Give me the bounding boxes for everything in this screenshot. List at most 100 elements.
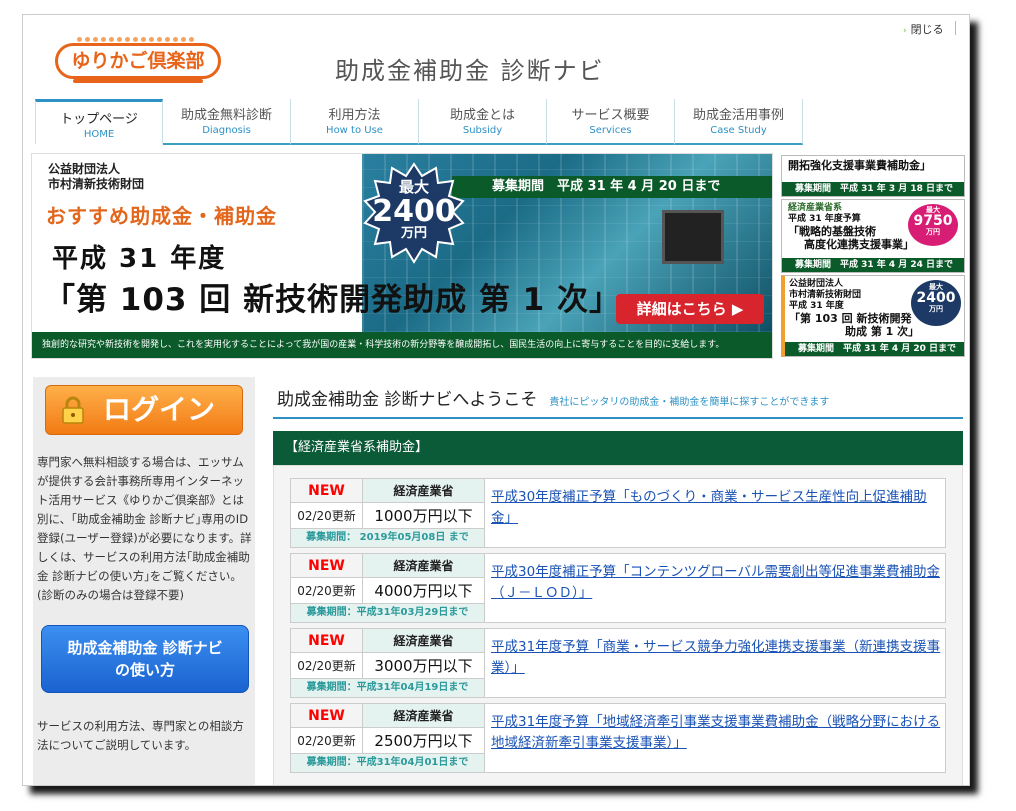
howto-button[interactable]: 助成金補助金 診断ナビ の使い方 (41, 625, 249, 693)
side-ad-period: 募集期間 平成 31 年 4 月 20 日まで (785, 342, 964, 356)
side-ad-badge-unit: 万円 (926, 228, 940, 237)
howto-description: サービスの利用方法、専門家との相談方法についてご説明しています。 (37, 719, 244, 752)
login-label: ログイン (102, 393, 215, 426)
side-ad-badge: 最大 2400 万円 (911, 280, 961, 326)
hero-recommend: おすすめ助成金・補助金 (46, 204, 277, 228)
side-ad-period: 募集期間 平成 31 年 3 月 18 日まで (782, 182, 964, 196)
grant-amount: 3000万円以下 (363, 653, 485, 679)
nav-sublabel: HOME (83, 129, 115, 140)
nav-services[interactable]: サービス概要 Services (547, 99, 675, 145)
logo-swoosh (73, 79, 203, 83)
updated-date: 02/20更新 (291, 503, 363, 529)
nav-label: 利用方法 (328, 108, 381, 123)
side-ad-year: 平成 31 年度予算 (788, 214, 861, 224)
nav-label: サービス概要 (571, 108, 650, 123)
chevron-right-icon: › (903, 26, 907, 36)
hero-description: 独創的な研究や新技術を開発し、これを実用化することによって我が国の産業・科学技術… (32, 332, 772, 358)
side-ad-year: 平成 31 年度 (789, 301, 844, 311)
ministry-label: 経済産業省 (363, 554, 485, 578)
hero-grant-name: 「第 103 回 新技術開発助成 第 1 次」 (44, 282, 622, 318)
side-ad-badge-amount: 2400 (916, 290, 956, 307)
hero-detail-button[interactable]: 詳細はこちら ▶ (616, 294, 764, 324)
hero-recruit-period: 募集期間 平成 31 年 4 月 20 日まで (452, 176, 772, 198)
recruit-period: 募集期間： 2019年05月08日 まで (291, 529, 485, 547)
sidebar: ログイン 専門家へ無料相談する場合は、エッサムが提供する会計事務所専用インターネ… (33, 377, 255, 785)
side-ad-badge: 最大 9750 万円 (908, 204, 958, 246)
hero-org-line1: 公益財団法人 (48, 162, 121, 176)
updated-date: 02/20更新 (291, 653, 363, 679)
new-badge: NEW (291, 479, 363, 503)
side-ad-2[interactable]: 経済産業省系 平成 31 年度予算 「戦略的基盤技術 高度化連携支援事業」 最大… (781, 199, 965, 273)
nav-label: トップページ (60, 112, 138, 127)
side-ad-title-line1: 「戦略的基盤技術 (788, 225, 876, 238)
welcome-title: 助成金補助金 診断ナビへようこそ (277, 390, 538, 410)
section-header: 【経済産業省系補助金】 (273, 431, 963, 465)
nav-case-study[interactable]: 助成金活用事例 Case Study (675, 99, 803, 145)
main-content: 助成金補助金 診断ナビへようこそ 貴社にピッタリの助成金・補助金を簡単に探すことが… (273, 381, 963, 785)
side-ad-badge-amount: 9750 (913, 213, 953, 230)
recruit-period: 募集期間：平成31年03月29日まで (291, 604, 485, 622)
nav-label: 助成金とは (449, 108, 515, 123)
side-ad-org-line2: 市村清新技術財団 (789, 290, 862, 300)
grant-list: NEW 経済産業省 02/20更新 1000万円以下 募集期間： 2019年05… (273, 465, 963, 785)
close-label: 閉じる (910, 23, 944, 36)
login-description: 専門家へ無料相談する場合は、エッサムが提供する会計事務所専用インターネット活用サ… (37, 455, 252, 602)
hero-banner[interactable]: 募集期間 平成 31 年 4 月 20 日まで 最大 2400 万円 公益財団法… (31, 153, 773, 359)
nav-home[interactable]: トップページ HOME (35, 99, 163, 145)
site-logo[interactable]: ゆりかご倶楽部 (55, 37, 223, 87)
ministry-label: 経済産業省 (363, 479, 485, 503)
grant-amount: 1000万円以下 (363, 503, 485, 529)
grant-title-link[interactable]: 平成31年度予算「商業・サービス競争力強化連携支援事業（新連携支援事業）」 (491, 637, 943, 679)
chip-image (662, 210, 724, 264)
side-ad-org-line1: 公益財団法人 (789, 279, 844, 289)
lock-icon (62, 396, 84, 424)
new-badge: NEW (291, 629, 363, 653)
hero-year: 平成 31 年度 (52, 244, 227, 274)
side-ad-title-line2: 助成 第 1 次」 (845, 325, 920, 338)
grant-row: NEW 経済産業省 02/20更新 4000万円以下 募集期間：平成31年03月… (290, 553, 946, 623)
grant-row: NEW 経済産業省 02/20更新 1000万円以下 募集期間： 2019年05… (290, 478, 946, 548)
badge-unit: 万円 (400, 226, 427, 242)
nav-label: 助成金活用事例 (692, 108, 784, 123)
hero-organization: 公益財団法人 市村清新技術財団 (48, 162, 144, 192)
site-title: 助成金補助金 診断ナビ (335, 57, 605, 85)
howto-label-line1: 助成金補助金 診断ナビ (67, 639, 223, 657)
side-ad-period: 募集期間 平成 31 年 4 月 24 日まで (782, 258, 964, 272)
login-button[interactable]: ログイン (45, 385, 243, 435)
nav-sublabel: Services (589, 125, 632, 136)
close-link[interactable]: › 閉じる (903, 21, 956, 37)
hero-org-line2: 市村清新技術財団 (48, 177, 145, 191)
grant-amount: 2500万円以下 (363, 728, 485, 754)
nav-diagnosis[interactable]: 助成金無料診断 Diagnosis (163, 99, 291, 145)
side-ad-1[interactable]: 開拓強化支援事業費補助金」 募集期間 平成 31 年 3 月 18 日まで (781, 155, 965, 197)
new-badge: NEW (291, 554, 363, 578)
welcome-subtitle: 貴社にピッタリの助成金・補助金を簡単に探すことができます (549, 397, 830, 408)
new-badge: NEW (291, 704, 363, 728)
updated-date: 02/20更新 (291, 578, 363, 604)
recruit-period: 募集期間：平成31年04月19日まで (291, 679, 485, 697)
nav-sublabel: How to Use (326, 125, 383, 136)
logo-text: ゆりかご倶楽部 (55, 43, 221, 79)
grant-title-link[interactable]: 平成31年度予算「地域経済牽引事業支援事業費補助金（戦略分野における地域経済新牽… (491, 712, 943, 754)
main-nav: トップページ HOME 助成金無料診断 Diagnosis 利用方法 How t… (35, 99, 803, 145)
nav-subsidy[interactable]: 助成金とは Subsidy (419, 99, 547, 145)
badge-amount: 2400 (372, 193, 456, 229)
side-ad-title: 開拓強化支援事業費補助金」 (788, 159, 931, 172)
hero-amount-badge: 最大 2400 万円 (362, 162, 466, 266)
side-ad-org: 経済産業省系 (788, 203, 843, 213)
howto-label-line2: の使い方 (114, 661, 175, 679)
grant-title-link[interactable]: 平成30年度補正予算「コンテンツグローバル需要創出等促進事業費補助金（Ｊ－ＬＯＤ… (491, 562, 943, 604)
nav-sublabel: Case Study (710, 125, 767, 136)
side-ad-3[interactable]: 公益財団法人 市村清新技術財団 平成 31 年度 「第 103 回 新技術開発 … (781, 275, 965, 357)
divider (273, 417, 963, 419)
grant-title-link[interactable]: 平成30年度補正予算「ものづくり・商業・サービス生産性向上促進補助金」 (491, 487, 943, 529)
side-ad-title-line2: 高度化連携支援事業」 (804, 238, 914, 251)
page-frame: › 閉じる ゆりかご倶楽部 助成金補助金 診断ナビ トップページ HOME 助成金… (22, 14, 970, 786)
ministry-label: 経済産業省 (363, 629, 485, 653)
nav-how-to-use[interactable]: 利用方法 How to Use (291, 99, 419, 145)
grant-amount: 4000万円以下 (363, 578, 485, 604)
recruit-period: 募集期間：平成31年04月01日まで (291, 754, 485, 772)
nav-sublabel: Subsidy (462, 125, 503, 136)
grant-row: NEW 経済産業省 02/20更新 2500万円以下 募集期間：平成31年04月… (290, 703, 946, 773)
ministry-label: 経済産業省 (363, 704, 485, 728)
